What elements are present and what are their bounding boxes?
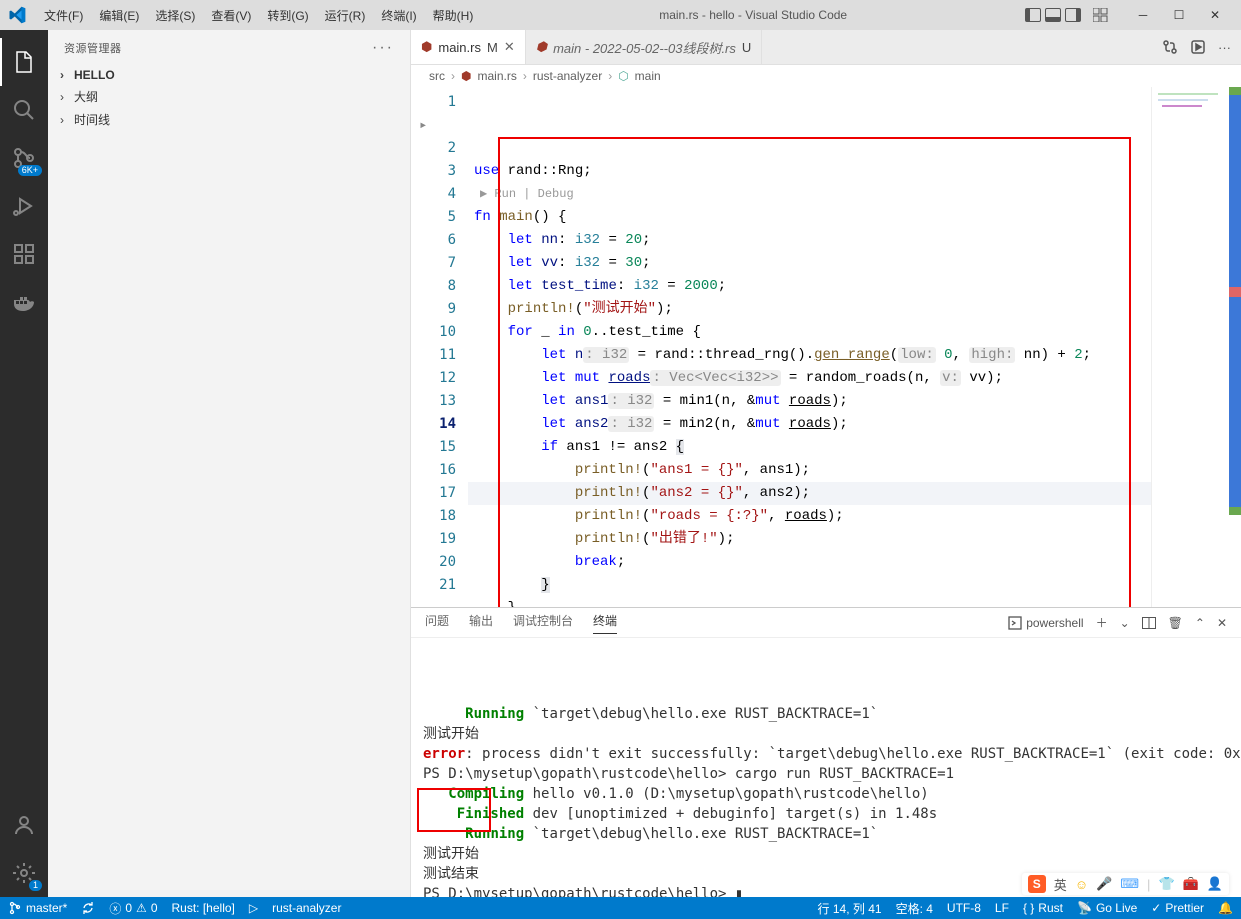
panel-tab[interactable]: 输出 bbox=[469, 612, 493, 633]
layout-left-icon[interactable] bbox=[1025, 8, 1041, 22]
code-editor[interactable]: use rand::Rng;▶ Run | Debugfn main() { l… bbox=[468, 87, 1151, 607]
breadcrumb-item[interactable]: main.rs bbox=[477, 69, 516, 83]
ime-mic-icon[interactable]: 🎤 bbox=[1096, 876, 1112, 892]
minimap[interactable] bbox=[1151, 87, 1241, 607]
activity-explorer[interactable] bbox=[0, 38, 48, 86]
status-position[interactable]: 行 14, 列 41 bbox=[818, 900, 882, 917]
editor-tab[interactable]: ⬢ main.rs M ✕ bbox=[411, 30, 526, 64]
breadcrumb-item[interactable]: main bbox=[635, 69, 661, 83]
ime-keyboard-icon[interactable]: ⌨ bbox=[1120, 876, 1139, 892]
explorer-more-icon[interactable]: ··· bbox=[372, 39, 394, 57]
terminal-shell[interactable]: powershell bbox=[1008, 616, 1083, 630]
status-play[interactable]: ▷ bbox=[249, 901, 258, 915]
new-terminal-icon[interactable]: ＋ bbox=[1096, 614, 1108, 631]
menu-item[interactable]: 转到(G) bbox=[259, 7, 316, 24]
minimize-button[interactable]: ─ bbox=[1125, 0, 1161, 30]
ime-tool-icon[interactable]: 🧰 bbox=[1183, 876, 1199, 892]
breadcrumb-item[interactable]: rust-analyzer bbox=[533, 69, 602, 83]
tab-dirty-badge: M bbox=[487, 40, 498, 55]
editor-area: ⬢main.rsM✕⬢main - 2022-05-02--03线段树.rsU … bbox=[411, 30, 1241, 897]
window-title: main.rs - hello - Visual Studio Code bbox=[481, 8, 1025, 22]
layout-bottom-icon[interactable] bbox=[1045, 8, 1061, 22]
activity-docker[interactable] bbox=[0, 278, 48, 326]
panel-tab[interactable]: 终端 bbox=[593, 612, 617, 634]
status-sync[interactable] bbox=[81, 901, 95, 915]
menu-item[interactable]: 查看(V) bbox=[203, 7, 259, 24]
status-spaces[interactable]: 空格: 4 bbox=[896, 900, 933, 917]
menu-item[interactable]: 编辑(E) bbox=[91, 7, 147, 24]
ime-skin-icon[interactable]: 👕 bbox=[1158, 876, 1174, 892]
status-lang[interactable]: { } Rust bbox=[1023, 901, 1063, 915]
status-rust[interactable]: Rust: [hello] bbox=[172, 901, 235, 915]
breadcrumb[interactable]: src› ⬢main.rs› rust-analyzer› ⬡main bbox=[411, 65, 1241, 87]
scm-badge: 6K+ bbox=[18, 165, 42, 176]
vscode-logo bbox=[8, 6, 26, 24]
panel-maximize-icon[interactable]: ⌃ bbox=[1195, 616, 1205, 630]
status-prettier[interactable]: ✓ Prettier bbox=[1151, 901, 1204, 915]
layout-right-icon[interactable] bbox=[1065, 8, 1081, 22]
explorer-title: 资源管理器 bbox=[64, 40, 122, 56]
activity-extensions[interactable] bbox=[0, 230, 48, 278]
breadcrumb-item[interactable]: src bbox=[429, 69, 445, 83]
tab-bar: ⬢main.rsM✕⬢main - 2022-05-02--03线段树.rsU … bbox=[411, 30, 1241, 65]
status-problems[interactable]: ⓧ0 ⚠0 bbox=[109, 900, 157, 917]
status-bell-icon[interactable]: 🔔 bbox=[1218, 901, 1233, 915]
menu-item[interactable]: 帮助(H) bbox=[425, 7, 482, 24]
activity-bar: 6K+ 1 bbox=[0, 30, 48, 897]
run-icon[interactable] bbox=[1190, 39, 1206, 55]
ime-toolbar[interactable]: S 英 ☺ 🎤 ⌨ | 👕 🧰 👤 bbox=[1022, 873, 1229, 895]
sidebar-section[interactable]: ›时间线 bbox=[48, 108, 410, 131]
tab-dirty-badge: U bbox=[742, 40, 751, 55]
tab-close-icon[interactable]: ✕ bbox=[504, 39, 515, 55]
close-button[interactable]: ✕ bbox=[1197, 0, 1233, 30]
panel-tab[interactable]: 调试控制台 bbox=[513, 612, 573, 633]
ime-emoji-icon[interactable]: ☺ bbox=[1075, 877, 1088, 892]
editor-more-icon[interactable]: ··· bbox=[1218, 40, 1231, 55]
explorer-sidebar: 资源管理器 ··· ›HELLO›大纲›时间线 bbox=[48, 30, 411, 897]
split-terminal-icon[interactable] bbox=[1142, 617, 1156, 629]
status-bar: master* ⓧ0 ⚠0 Rust: [hello] ▷ rust-analy… bbox=[0, 897, 1241, 919]
activity-scm[interactable]: 6K+ bbox=[0, 134, 48, 182]
status-golive[interactable]: 📡 Go Live bbox=[1077, 901, 1137, 915]
settings-badge: 1 bbox=[29, 880, 42, 891]
status-encoding[interactable]: UTF-8 bbox=[947, 901, 981, 915]
menu-item[interactable]: 终端(I) bbox=[373, 7, 424, 24]
activity-debug[interactable] bbox=[0, 182, 48, 230]
tab-label: main - 2022-05-02--03线段树.rs bbox=[553, 38, 736, 57]
maximize-button[interactable]: ☐ bbox=[1161, 0, 1197, 30]
status-branch[interactable]: master* bbox=[8, 901, 67, 915]
activity-settings[interactable]: 1 bbox=[0, 849, 48, 897]
sidebar-section[interactable]: ›大纲 bbox=[48, 85, 410, 108]
title-bar: 文件(F)编辑(E)选择(S)查看(V)转到(G)运行(R)终端(I)帮助(H)… bbox=[0, 0, 1241, 30]
kill-terminal-icon[interactable]: 🗑 bbox=[1168, 616, 1183, 630]
ime-sep: | bbox=[1147, 877, 1150, 892]
menu-item[interactable]: 运行(R) bbox=[317, 7, 374, 24]
ime-mode[interactable]: 英 bbox=[1054, 875, 1067, 894]
rust-file-icon: ⬢ bbox=[421, 39, 432, 55]
ime-user-icon[interactable]: 👤 bbox=[1207, 876, 1223, 892]
panel-tab[interactable]: 问题 bbox=[425, 612, 449, 633]
terminal-output[interactable]: Running `target\debug\hello.exe RUST_BAC… bbox=[411, 638, 1241, 897]
line-gutter: 1▸23456789101112131415161718192021 bbox=[411, 87, 468, 607]
sogou-icon: S bbox=[1028, 875, 1046, 893]
customize-layout-icon[interactable] bbox=[1093, 8, 1109, 22]
editor-tab[interactable]: ⬢ main - 2022-05-02--03线段树.rs U bbox=[526, 30, 763, 64]
rust-file-icon: ⬢ bbox=[536, 39, 547, 55]
git-compare-icon[interactable] bbox=[1162, 39, 1178, 55]
sidebar-section[interactable]: ›HELLO bbox=[48, 65, 410, 85]
activity-search[interactable] bbox=[0, 86, 48, 134]
status-ra[interactable]: rust-analyzer bbox=[272, 901, 341, 915]
tab-label: main.rs bbox=[438, 40, 481, 55]
menu-item[interactable]: 选择(S) bbox=[147, 7, 203, 24]
menu-item[interactable]: 文件(F) bbox=[36, 7, 91, 24]
activity-account[interactable] bbox=[0, 801, 48, 849]
panel: 问题输出调试控制台终端 powershell ＋ ⌄ 🗑 ⌃ ✕ Runnin bbox=[411, 607, 1241, 897]
panel-close-icon[interactable]: ✕ bbox=[1217, 616, 1227, 630]
terminal-dropdown-icon[interactable]: ⌄ bbox=[1120, 616, 1130, 630]
status-eol[interactable]: LF bbox=[995, 901, 1009, 915]
